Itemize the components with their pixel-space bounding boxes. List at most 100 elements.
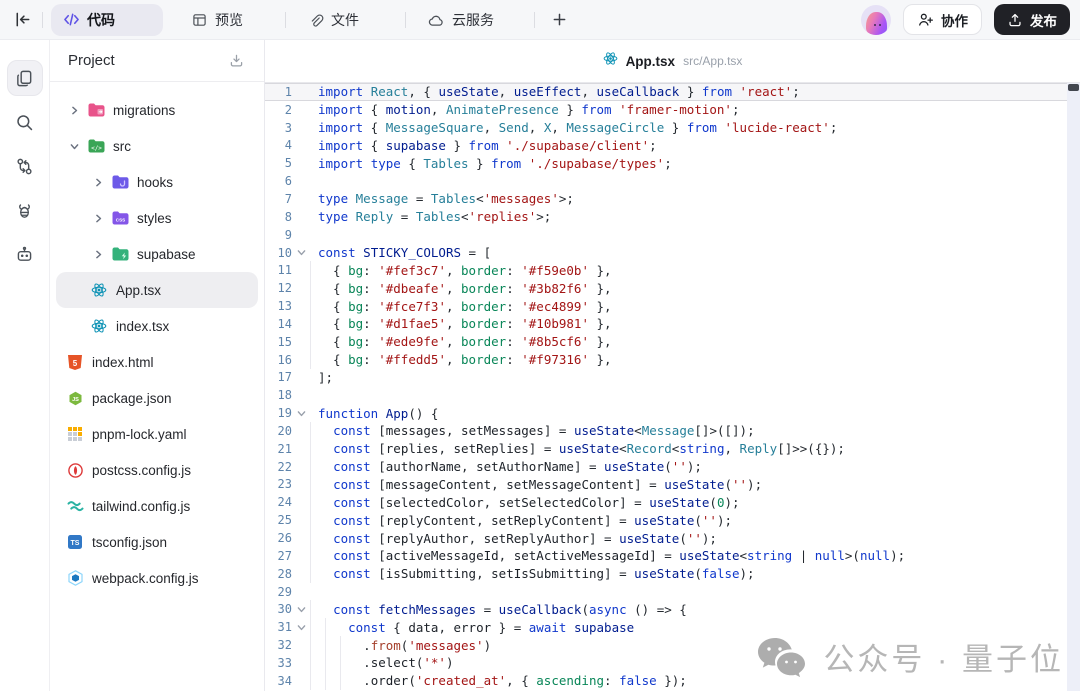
code-line-21[interactable]: 21 const [replies, setReplies] = useStat… — [265, 440, 1080, 458]
code-line-13[interactable]: 13 { bg: '#fce7f3', border: '#ec4899' }, — [265, 297, 1080, 315]
code-line-30[interactable]: 30 const fetchMessages = useCallback(asy… — [265, 600, 1080, 618]
separator — [405, 12, 406, 28]
tree-item-label: migrations — [113, 103, 175, 118]
code-area[interactable]: 1import React, { useState, useEffect, us… — [265, 83, 1080, 691]
code-line-3[interactable]: 3import { MessageSquare, Send, X, Messag… — [265, 119, 1080, 137]
line-number: 31 — [265, 620, 292, 634]
code-line-27[interactable]: 27 const [activeMessageId, setActiveMess… — [265, 547, 1080, 565]
tree-item-postcss.config.js[interactable]: postcss.config.js — [56, 452, 258, 488]
rail-files-button[interactable] — [7, 60, 43, 96]
code-line-15[interactable]: 15 { bg: '#ede9fe', border: '#8b5cf6' }, — [265, 333, 1080, 351]
code-line-24[interactable]: 24 const [selectedColor, setSelectedColo… — [265, 493, 1080, 511]
line-number: 32 — [265, 638, 292, 652]
tab-files[interactable]: 文件 — [296, 4, 371, 36]
tree-item-index.tsx[interactable]: index.tsx — [56, 308, 258, 344]
code-text: { bg: '#ffedd5', border: '#f97316' }, — [310, 352, 612, 367]
download-project-button[interactable] — [222, 47, 250, 75]
tree-item-tsconfig.json[interactable]: TStsconfig.json — [56, 524, 258, 560]
code-line-29[interactable]: 29 — [265, 583, 1080, 601]
fold-chevron-icon[interactable] — [292, 248, 310, 257]
code-line-26[interactable]: 26 const [replyAuthor, setReplyAuthor] =… — [265, 529, 1080, 547]
code-line-16[interactable]: 16 { bg: '#ffedd5', border: '#f97316' }, — [265, 351, 1080, 369]
code-line-11[interactable]: 11 { bg: '#fef3c7', border: '#f59e0b' }, — [265, 261, 1080, 279]
tree-item-pnpm-lock.yaml[interactable]: pnpm-lock.yaml — [56, 416, 258, 452]
tree-item-migrations[interactable]: migrations — [56, 92, 258, 128]
code-line-7[interactable]: 7type Message = Tables<'messages'>; — [265, 190, 1080, 208]
code-line-4[interactable]: 4import { supabase } from './supabase/cl… — [265, 137, 1080, 155]
tree-item-package.json[interactable]: JSpackage.json — [56, 380, 258, 416]
tab-cloud-services[interactable]: 云服务 — [416, 4, 506, 36]
fold-chevron-icon[interactable] — [292, 623, 310, 632]
chevron-right-icon[interactable] — [90, 250, 106, 259]
code-line-6[interactable]: 6 — [265, 172, 1080, 190]
code-text: { bg: '#ede9fe', border: '#8b5cf6' }, — [310, 334, 612, 349]
code-text: import { MessageSquare, Send, X, Message… — [310, 120, 837, 135]
code-line-23[interactable]: 23 const [messageContent, setMessageCont… — [265, 476, 1080, 494]
code-line-31[interactable]: 31 const { data, error } = await supabas… — [265, 618, 1080, 636]
tree-item-supabase[interactable]: supabase — [56, 236, 258, 272]
flow-icon — [15, 157, 34, 176]
line-number: 9 — [265, 228, 292, 242]
rail-debug-button[interactable] — [7, 192, 43, 228]
chevron-right-icon[interactable] — [66, 106, 82, 115]
rail-search-button[interactable] — [7, 104, 43, 140]
plus-icon — [552, 12, 567, 27]
chevron-right-icon[interactable] — [90, 214, 106, 223]
rail-flow-button[interactable] — [7, 148, 43, 184]
tree-item-tailwind.config.js[interactable]: tailwind.config.js — [56, 488, 258, 524]
code-line-33[interactable]: 33 .select('*') — [265, 654, 1080, 672]
tree-item-label: hooks — [137, 175, 173, 190]
avatar[interactable] — [861, 5, 891, 35]
vertical-scrollbar[interactable] — [1067, 83, 1080, 691]
code-line-18[interactable]: 18 — [265, 386, 1080, 404]
attachment-icon — [308, 12, 324, 28]
code-line-5[interactable]: 5import type { Tables } from './supabase… — [265, 154, 1080, 172]
editor-file-name: App.tsx — [626, 54, 676, 69]
code-line-12[interactable]: 12 { bg: '#dbeafe', border: '#3b82f6' }, — [265, 279, 1080, 297]
new-tab-button[interactable] — [545, 6, 573, 34]
code-line-19[interactable]: 19function App() { — [265, 404, 1080, 422]
code-text: type Message = Tables<'messages'>; — [310, 191, 574, 206]
collapse-sidebar-button[interactable] — [8, 6, 36, 34]
fold-chevron-icon[interactable] — [292, 409, 310, 418]
code-text: type Reply = Tables<'replies'>; — [310, 209, 551, 224]
line-number: 1 — [265, 85, 292, 99]
code-line-28[interactable]: 28 const [isSubmitting, setIsSubmitting]… — [265, 565, 1080, 583]
rail-assistant-button[interactable] — [7, 236, 43, 272]
publish-button[interactable]: 发布 — [994, 4, 1070, 35]
code-line-14[interactable]: 14 { bg: '#d1fae5', border: '#10b981' }, — [265, 315, 1080, 333]
code-line-32[interactable]: 32 .from('messages') — [265, 636, 1080, 654]
line-number: 11 — [265, 263, 292, 277]
tree-item-webpack.config.js[interactable]: webpack.config.js — [56, 560, 258, 596]
tree-item-index.html[interactable]: 5index.html — [56, 344, 258, 380]
code-line-8[interactable]: 8type Reply = Tables<'replies'>; — [265, 208, 1080, 226]
code-line-1[interactable]: 1import React, { useState, useEffect, us… — [265, 83, 1080, 101]
separator — [285, 12, 286, 28]
chevron-right-icon[interactable] — [90, 178, 106, 187]
code-line-22[interactable]: 22 const [authorName, setAuthorName] = u… — [265, 458, 1080, 476]
code-text: .select('*') — [310, 655, 453, 670]
tree-item-styles[interactable]: CSSstyles — [56, 200, 258, 236]
code-line-34[interactable]: 34 .order('created_at', { ascending: fal… — [265, 672, 1080, 690]
activity-rail — [0, 40, 50, 691]
collaborate-button[interactable]: 协作 — [903, 4, 982, 35]
tree-item-hooks[interactable]: hooks — [56, 164, 258, 200]
code-line-20[interactable]: 20 const [messages, setMessages] = useSt… — [265, 422, 1080, 440]
chevron-down-icon[interactable] — [66, 142, 82, 151]
tree-item-src[interactable]: </>src — [56, 128, 258, 164]
code-text: import type { Tables } from './supabase/… — [310, 156, 672, 171]
code-text: import { motion, AnimatePresence } from … — [310, 102, 739, 117]
tree-item-label: tsconfig.json — [92, 535, 167, 550]
tab-code[interactable]: 代码 — [51, 4, 163, 36]
code-line-2[interactable]: 2import { motion, AnimatePresence } from… — [265, 101, 1080, 119]
code-line-17[interactable]: 17]; — [265, 369, 1080, 387]
tree-item-App.tsx[interactable]: App.tsx — [56, 272, 258, 308]
fold-chevron-icon[interactable] — [292, 605, 310, 614]
scrollbar-thumb[interactable] — [1068, 84, 1079, 91]
code-text: .order('created_at', { ascending: false … — [310, 673, 687, 688]
code-line-10[interactable]: 10const STICKY_COLORS = [ — [265, 244, 1080, 262]
download-icon — [228, 52, 245, 69]
tab-preview[interactable]: 预览 — [179, 4, 255, 36]
code-line-25[interactable]: 25 const [replyContent, setReplyContent]… — [265, 511, 1080, 529]
code-line-9[interactable]: 9 — [265, 226, 1080, 244]
